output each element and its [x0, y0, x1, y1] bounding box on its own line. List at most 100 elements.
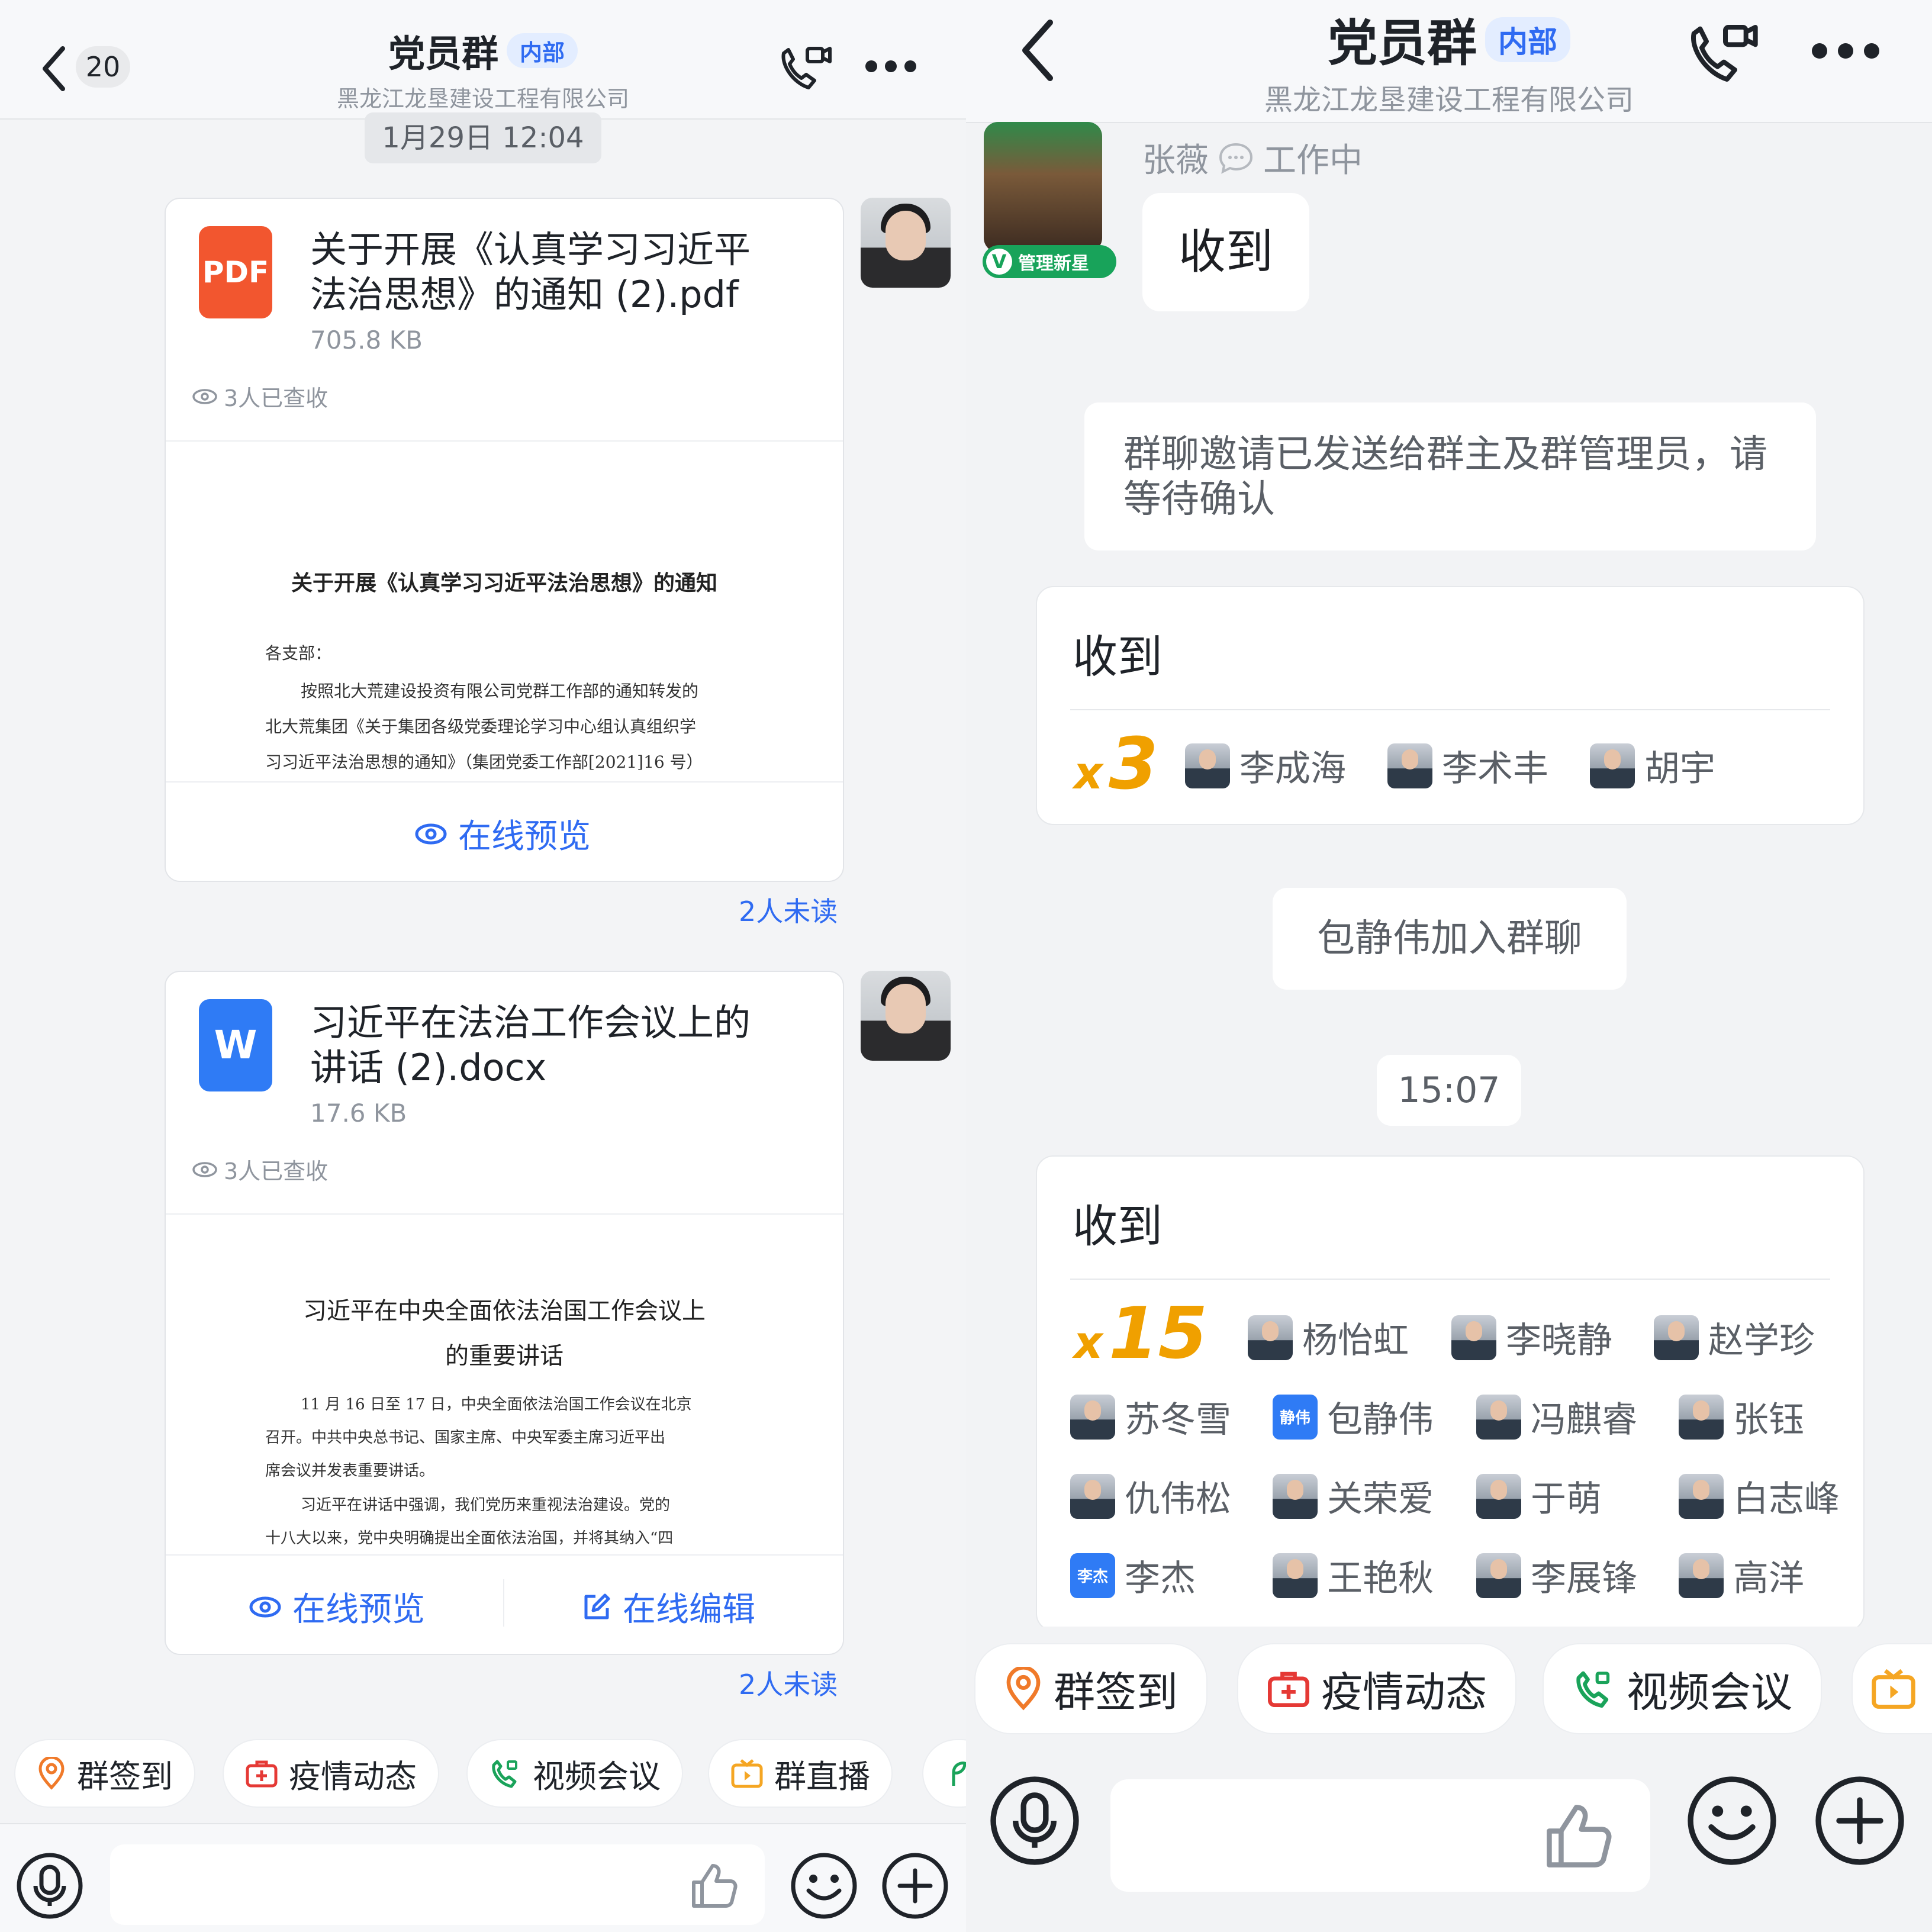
acknowledgement-card[interactable]: 收到 x 3 李成海 李术丰 胡宇 [1036, 586, 1865, 825]
doc-line: 11 月 16 日至 17 日，中央全面依法治国工作会议在北京 [301, 1396, 692, 1413]
member[interactable]: 关荣爱 [1273, 1470, 1434, 1522]
member[interactable]: 冯麒睿 [1476, 1391, 1637, 1442]
chip-label: 疫情动态 [289, 1757, 417, 1795]
thumbs-up-icon[interactable] [689, 1861, 739, 1911]
file-message-card[interactable]: PDF 关于开展《认真学习习近平 法治思想》的通知 (2).pdf 705.8 … [165, 198, 844, 882]
avatar[interactable] [861, 971, 951, 1061]
ack-count: x 3 [1074, 723, 1158, 806]
check-in-chip[interactable]: 群签到 [15, 1740, 194, 1807]
group-live-chip[interactable]: 群直播 [709, 1740, 891, 1807]
member[interactable]: 于萌 [1476, 1470, 1602, 1522]
viewed-count: 3人已查收 [224, 1158, 329, 1184]
message-bubble[interactable]: 收到 [1142, 193, 1309, 311]
doc-line: 北大荒集团《关于集团各级党委理论学习中心组认真组织学 [265, 717, 697, 736]
internal-badge: 内部 [1485, 17, 1570, 62]
message-input[interactable] [110, 1844, 765, 1925]
call-icon[interactable] [775, 41, 832, 95]
video-meeting-chip[interactable]: 视频会议 [1544, 1644, 1821, 1733]
online-preview-button[interactable]: 在线预览 [249, 1583, 425, 1631]
member[interactable]: 胡宇 [1590, 740, 1715, 791]
member-avatar [1590, 743, 1635, 788]
ack-divider [1070, 1279, 1830, 1280]
member-name: 苏冬雪 [1125, 1399, 1231, 1441]
check-in-chip[interactable]: 群签到 [975, 1644, 1206, 1733]
chat-header: 党员群 内部 黑龙江龙垦建设工程有限公司 [966, 0, 1932, 123]
online-preview-label: 在线预览 [458, 817, 591, 856]
join-notice: 包静伟加入群聊 [1273, 888, 1627, 990]
chip-label: 视频会议 [533, 1757, 661, 1795]
epidemic-status-chip[interactable]: 疫情动态 [1238, 1644, 1515, 1733]
file-name-line2: 法治思想》的通知 (2).pdf [310, 273, 739, 316]
doc-line: 召开。中共中央总书记、国家主席、中央军委主席习近平出 [265, 1429, 666, 1447]
member-name: 李晓静 [1506, 1320, 1612, 1361]
call-icon[interactable] [1682, 18, 1759, 89]
header-title-block[interactable]: 党员群 内部 黑龙江龙垦建设工程有限公司 [966, 4, 1932, 118]
microphone-icon[interactable] [988, 1775, 1081, 1867]
member[interactable]: 高洋 [1679, 1550, 1804, 1601]
doc-title: 关于开展《认真学习习近平法治思想》的通知 [291, 571, 717, 595]
medical-kit-icon [246, 1760, 278, 1788]
acknowledgement-card[interactable]: 收到 x 15 杨怡虹 李晓静 赵学珍 苏冬雪 静伟 包静伟 冯麒睿 张钰 仇伟松… [1036, 1155, 1865, 1631]
member[interactable]: 白志峰 [1679, 1470, 1840, 1522]
member[interactable]: 赵学珍 [1654, 1312, 1815, 1363]
sender-status: 工作中 [1263, 141, 1363, 180]
viewed-count: 3人已查收 [224, 385, 329, 411]
member[interactable]: 静伟 包静伟 [1273, 1391, 1434, 1442]
file-name-line2: 讲话 (2).docx [310, 1046, 547, 1089]
avatar[interactable] [861, 198, 951, 288]
member-avatar [1451, 1315, 1496, 1360]
group-name: 党员群 [1327, 14, 1477, 72]
ack-count: x 15 [1074, 1293, 1208, 1375]
doc-line: 习习近平法治思想的通知》（集团党委工作部[2021]16 号） [265, 752, 703, 772]
group-live-chip[interactable] [1853, 1644, 1932, 1733]
member-avatar [1273, 1553, 1318, 1598]
microphone-icon[interactable] [15, 1852, 84, 1920]
member[interactable]: 李晓静 [1451, 1312, 1612, 1363]
more-chip[interactable] [923, 1740, 966, 1807]
online-edit-button[interactable]: 在线编辑 [581, 1583, 755, 1631]
member[interactable]: 仇伟松 [1070, 1470, 1231, 1522]
thumbs-up-icon[interactable] [1543, 1801, 1614, 1872]
emoji-icon[interactable] [790, 1852, 858, 1920]
member-name: 白志峰 [1733, 1479, 1840, 1520]
add-icon[interactable] [881, 1852, 949, 1920]
member-name: 仇伟松 [1125, 1479, 1231, 1520]
sender-info: 张薇 工作中 [1142, 134, 1363, 182]
chip-label: 视频会议 [1627, 1667, 1792, 1717]
document-preview[interactable]: 习近平在中央全面依法治国工作会议上 的重要讲话 11 月 16 日至 17 日，… [166, 1213, 843, 1556]
member-name: 赵学珍 [1708, 1320, 1815, 1361]
member[interactable]: 李术丰 [1387, 740, 1548, 791]
avatar[interactable]: V 管理新星 [978, 122, 1116, 278]
document-preview[interactable]: 关于开展《认真学习习近平法治思想》的通知 各支部： 按照北大荒建设投资有限公司党… [166, 440, 843, 783]
member[interactable]: 王艳秋 [1273, 1550, 1434, 1601]
video-meeting-chip[interactable]: 视频会议 [468, 1740, 682, 1807]
message-input[interactable] [1110, 1779, 1650, 1892]
member[interactable]: 杨怡虹 [1248, 1312, 1409, 1363]
member-avatar [1070, 1473, 1115, 1519]
file-message-card[interactable]: W 习近平在法治工作会议上的 讲话 (2).docx 17.6 KB 3人已查收… [165, 971, 844, 1655]
sender-name[interactable]: 张薇 [1142, 134, 1209, 182]
verified-icon: V [986, 249, 1012, 275]
member[interactable]: 苏冬雪 [1070, 1391, 1231, 1442]
member-name: 于萌 [1531, 1479, 1602, 1520]
member[interactable]: 张钰 [1679, 1391, 1804, 1442]
unread-status[interactable]: 2人未读 [739, 890, 838, 929]
member-name: 冯麒睿 [1531, 1399, 1637, 1441]
epidemic-status-chip[interactable]: 疫情动态 [224, 1740, 438, 1807]
more-icon[interactable] [1810, 41, 1881, 60]
message-input-bar [966, 1751, 1932, 1932]
quick-action-bar: 群签到 疫情动态 视频会议 [966, 1627, 1932, 1751]
video-call-icon [492, 1760, 517, 1788]
member[interactable]: 李杰 李杰 [1070, 1550, 1196, 1601]
member-avatar [1248, 1315, 1293, 1360]
live-tv-icon [731, 1759, 763, 1788]
add-icon[interactable] [1814, 1775, 1906, 1867]
emoji-icon[interactable] [1686, 1775, 1778, 1867]
member[interactable]: 李展锋 [1476, 1550, 1637, 1601]
video-call-icon [1576, 1671, 1610, 1708]
right-chat-screen: 党员群 内部 黑龙江龙垦建设工程有限公司 V 管理新星 张薇 工作中 收到 群聊… [966, 0, 1932, 1932]
more-icon[interactable] [864, 59, 917, 73]
member[interactable]: 李成海 [1185, 740, 1346, 791]
online-preview-button[interactable]: 在线预览 [414, 810, 591, 858]
unread-status[interactable]: 2人未读 [739, 1663, 838, 1702]
